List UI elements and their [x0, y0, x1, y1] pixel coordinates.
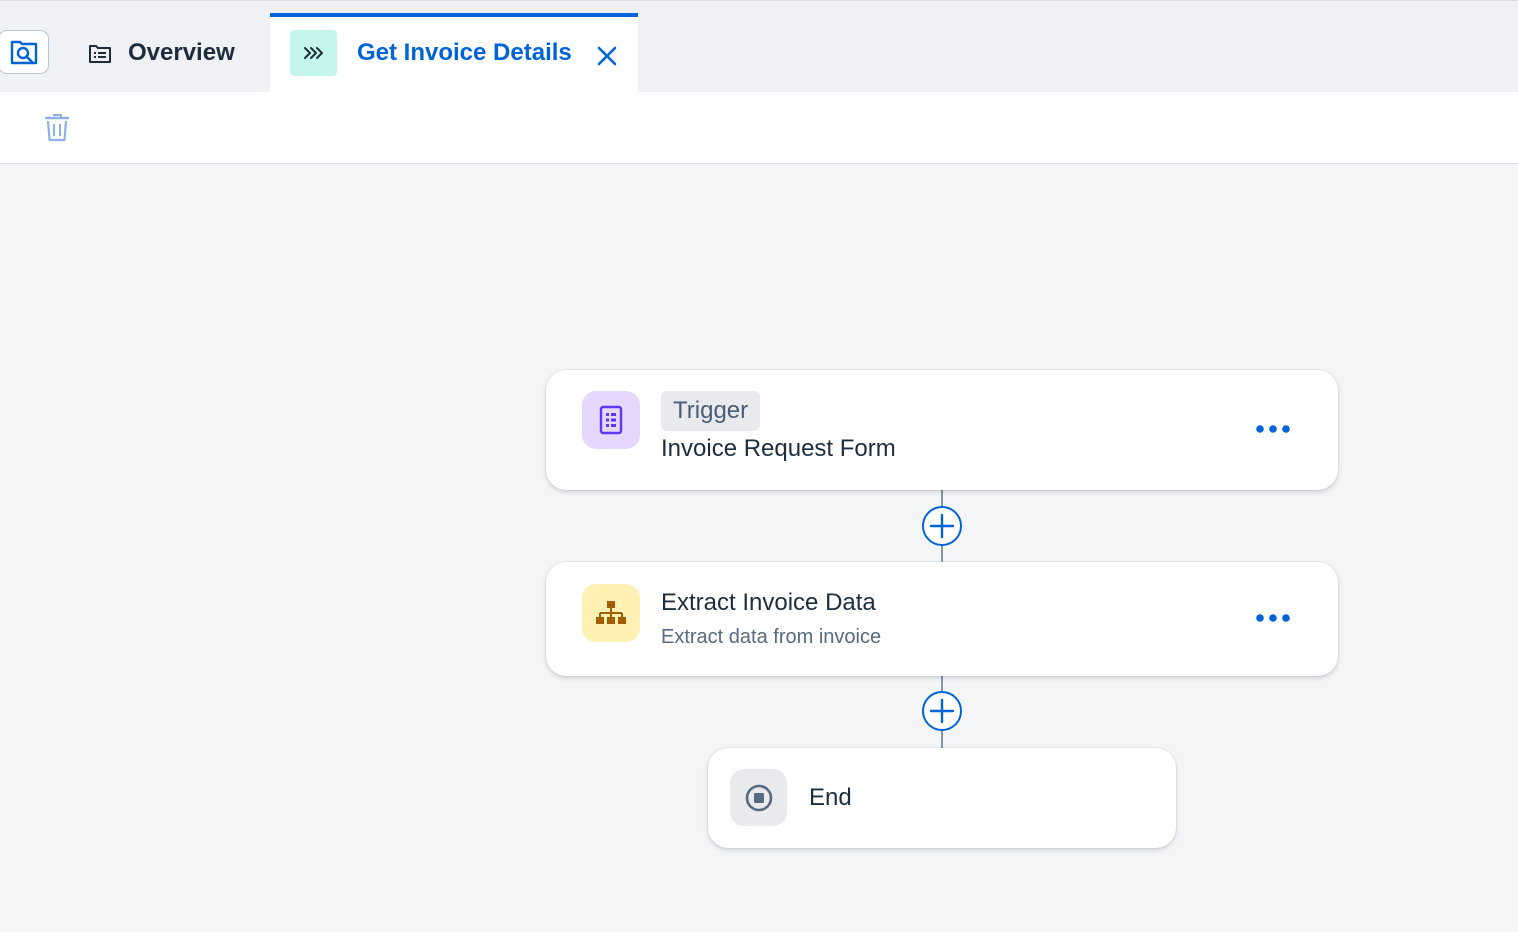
step-title: Extract Invoice Data — [661, 589, 876, 616]
delete-icon[interactable] — [44, 112, 70, 142]
form-icon — [582, 391, 640, 449]
trigger-node[interactable]: Trigger Invoice Request Form — [546, 370, 1338, 490]
toolbar — [0, 92, 1518, 164]
trigger-title: Invoice Request Form — [661, 435, 896, 462]
search-icon — [10, 40, 37, 65]
end-title: End — [809, 784, 852, 811]
search-button[interactable] — [0, 30, 49, 74]
plus-icon — [929, 513, 955, 539]
end-node[interactable]: End — [708, 748, 1176, 848]
extract-invoice-node[interactable]: Extract Invoice Data Extract data from i… — [546, 562, 1338, 676]
trigger-badge: Trigger — [661, 391, 761, 431]
process-icon — [290, 30, 337, 76]
plus-icon — [929, 698, 955, 724]
step-subtitle: Extract data from invoice — [661, 626, 882, 648]
tab-overview[interactable]: Overview — [88, 37, 235, 69]
more-options-icon[interactable] — [1255, 611, 1291, 625]
add-step-button[interactable] — [922, 506, 962, 546]
hierarchy-icon — [582, 584, 640, 642]
close-icon[interactable] — [596, 45, 618, 67]
tab-overview-label: Overview — [128, 39, 235, 66]
tab-get-invoice-details[interactable]: Get Invoice Details — [270, 13, 638, 93]
tab-bar: Overview Get Invoice Details — [0, 0, 1518, 93]
list-icon — [89, 45, 111, 63]
more-options-icon[interactable] — [1255, 422, 1291, 436]
stop-icon — [730, 769, 787, 826]
add-step-button[interactable] — [922, 691, 962, 731]
tab-active-label: Get Invoice Details — [357, 39, 572, 66]
